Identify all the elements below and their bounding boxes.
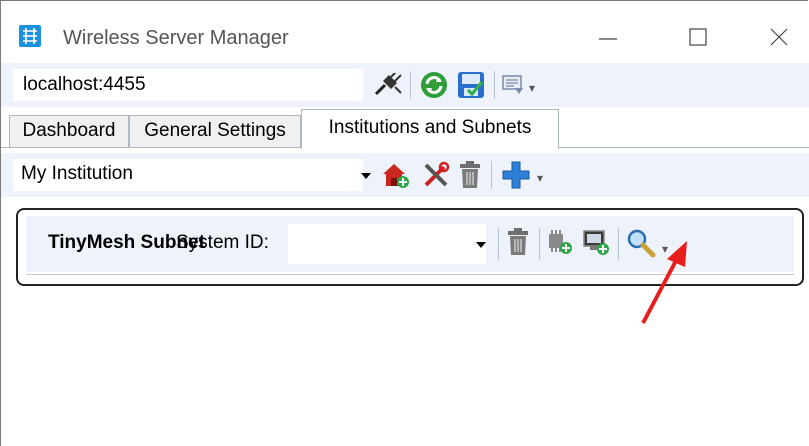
system-id-label: System ID: — [176, 232, 269, 253]
tab-general-settings[interactable]: General Settings — [129, 115, 301, 147]
refresh-icon[interactable] — [419, 70, 449, 105]
annotation-arrow — [641, 241, 687, 324]
title-bar: Wireless Server Manager — [1, 1, 809, 61]
maximize-button[interactable] — [668, 17, 728, 57]
institution-toolbar: My Institution ▾ — [1, 153, 809, 197]
server-address-input[interactable] — [13, 69, 363, 101]
minimize-button[interactable] — [578, 17, 638, 57]
disconnect-plug-icon[interactable] — [373, 70, 403, 102]
chevron-down-icon — [476, 242, 486, 248]
close-button[interactable] — [749, 17, 809, 57]
options-icon[interactable] — [501, 73, 525, 102]
tab-dashboard[interactable]: Dashboard — [9, 115, 129, 147]
tab-strip: Dashboard General Settings Institutions … — [1, 107, 809, 151]
add-gateway-icon[interactable] — [546, 228, 574, 261]
close-icon — [770, 28, 788, 46]
server-toolbar: ▾ — [1, 63, 809, 107]
app-window: Wireless Server Manager localhost:4455 ▾… — [0, 0, 809, 446]
toolbar-overflow-icon[interactable]: ▾ — [529, 81, 535, 95]
delete-subnet-icon[interactable] — [507, 228, 529, 261]
window-title: Wireless Server Manager — [63, 27, 289, 49]
system-id-select[interactable] — [288, 224, 486, 264]
app-grid-icon — [19, 25, 41, 47]
tab-institutions-and-subnets[interactable]: Institutions and Subnets — [301, 109, 559, 149]
minimize-icon — [599, 38, 617, 40]
institution-overflow-icon[interactable]: ▾ — [537, 171, 543, 185]
institution-select[interactable]: My Institution — [13, 159, 371, 191]
save-icon[interactable] — [456, 70, 486, 105]
add-institution-icon[interactable] — [381, 161, 411, 194]
institution-select-value: My Institution — [21, 163, 133, 184]
edit-tools-icon[interactable] — [422, 161, 450, 194]
delete-icon[interactable] — [459, 161, 481, 194]
add-device-icon[interactable] — [582, 228, 610, 261]
chevron-down-icon — [361, 173, 371, 179]
maximize-icon — [689, 28, 707, 46]
add-subnet-icon[interactable] — [501, 160, 531, 195]
